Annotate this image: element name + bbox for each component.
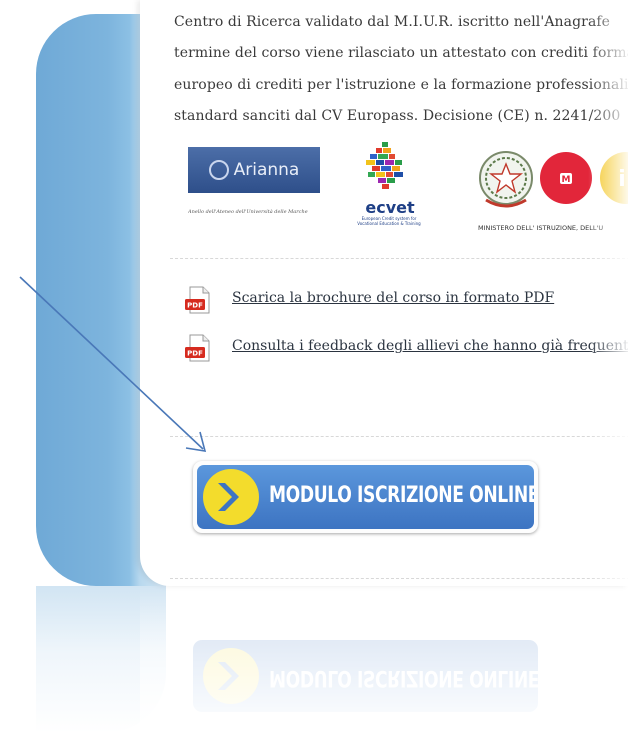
body-text-line-1: Centro di Ricerca validato dal M.I.U.R. … [174, 14, 611, 30]
online-registration-button[interactable]: MODULO ISCRIZIONE ONLINE [193, 461, 538, 533]
arianna-logo-subtitle: Anello dell'Ateneo dell'Università delle… [188, 209, 308, 215]
chevron-right-icon [218, 483, 239, 511]
ecvet-logo: ecvet European Credit system for Vocatio… [352, 140, 426, 232]
arianna-logo-mark-icon [208, 160, 229, 180]
body-text-line-4: standard sanciti dal CV Europass. Decisi… [174, 108, 621, 124]
yellow-circle-icon [203, 469, 259, 525]
ecvet-logo-subtitle: European Credit system for Vocational Ed… [357, 216, 421, 226]
brochure-link[interactable]: Scarica la brochure del corso in formato… [232, 290, 554, 306]
italian-emblem-icon: M i [479, 151, 628, 208]
body-text-line-3: europeo di crediti per l'istruzione e la… [174, 77, 628, 93]
section-divider-bottom [170, 578, 628, 579]
miur-letter-m: M [562, 175, 571, 185]
ecvet-logo-name: ecvet [365, 198, 415, 217]
svg-text:PDF: PDF [187, 302, 203, 310]
feedback-link[interactable]: Consulta i feedback degli allievi che ha… [232, 338, 628, 354]
online-registration-button-label: MODULO ISCRIZIONE ONLINE [269, 483, 534, 508]
arianna-logo: Arianna Anello dell'Ateneo dell'Universi… [188, 147, 320, 229]
section-divider-top [170, 258, 628, 259]
online-registration-button-face[interactable]: MODULO ISCRIZIONE ONLINE [197, 465, 534, 529]
ecvet-mosaic-icon [366, 142, 403, 189]
miur-letter-i: i [618, 167, 626, 192]
section-divider-middle [170, 436, 628, 437]
pdf-icon: PDF [185, 334, 210, 362]
arianna-logo-name: Arianna [233, 160, 300, 180]
reflection-fade [140, 586, 628, 733]
svg-text:PDF: PDF [187, 350, 203, 358]
body-text-line-2: termine del corso viene rilasciato un at… [174, 45, 628, 61]
pdf-icon: PDF [185, 286, 210, 314]
miur-logo-caption: MINISTERO DELL' ISTRUZIONE, DELL'U [478, 224, 604, 232]
arianna-logo-banner: Arianna [188, 147, 320, 193]
miur-logo: M i MINISTERO DELL' ISTRUZIONE, DELL'U [466, 140, 628, 232]
